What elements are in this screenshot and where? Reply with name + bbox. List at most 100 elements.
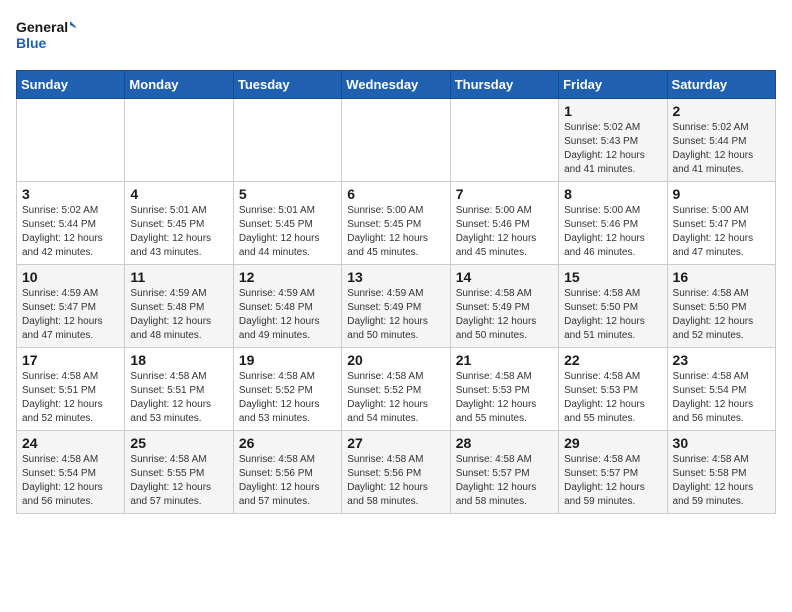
calendar-cell: 29Sunrise: 4:58 AM Sunset: 5:57 PM Dayli…: [559, 431, 667, 514]
day-number: 18: [130, 352, 227, 368]
day-info: Sunrise: 5:00 AM Sunset: 5:46 PM Dayligh…: [564, 204, 661, 260]
day-number: 3: [22, 186, 119, 202]
weekday-header: Tuesday: [233, 71, 341, 99]
calendar-cell: 25 Sunrise: 4:58 AM Sunset: 5:55 PM Dayli…: [125, 431, 233, 514]
page-header: General Blue: [16, 16, 776, 58]
day-info: Sunrise: 5:01 AM Sunset: 5:45 PM Dayligh…: [130, 204, 227, 260]
svg-text:General: General: [16, 19, 68, 35]
calendar-cell: 16 Sunrise: 4:58 AM Sunset: 5:50 PM Dayli…: [667, 265, 775, 348]
day-number: 24: [22, 435, 119, 451]
day-info: Sunrise: 4:58 AM Sunset: 5:58 PM Dayligh…: [673, 453, 770, 509]
calendar-cell: 1 Sunrise: 5:02 AM Sunset: 5:43 PM Daylig…: [559, 99, 667, 182]
day-number: 8: [564, 186, 661, 202]
day-number: 20: [347, 352, 444, 368]
day-info: Sunrise: 4:58 AM Sunset: 5:56 PM Dayligh…: [347, 453, 444, 509]
day-info: Sunrise: 5:02 AM Sunset: 5:44 PM Dayligh…: [673, 121, 770, 177]
day-number: 6: [347, 186, 444, 202]
calendar-cell: 14Sunrise: 4:58 AM Sunset: 5:49 PM Dayli…: [450, 265, 558, 348]
calendar-cell: 20Sunrise: 4:58 AM Sunset: 5:52 PM Dayli…: [342, 348, 450, 431]
day-number: 16: [673, 269, 770, 285]
day-info: Sunrise: 4:58 AM Sunset: 5:50 PM Dayligh…: [564, 287, 661, 343]
calendar-cell: 3 Sunrise: 5:02 AM Sunset: 5:44 PM Daylig…: [17, 182, 125, 265]
calendar-cell: 21Sunrise: 4:58 AM Sunset: 5:53 PM Dayli…: [450, 348, 558, 431]
calendar-cell: 12 Sunrise: 4:59 AM Sunset: 5:48 PM Dayli…: [233, 265, 341, 348]
calendar-cell: [450, 99, 558, 182]
day-info: Sunrise: 5:00 AM Sunset: 5:46 PM Dayligh…: [456, 204, 553, 260]
calendar-cell: [17, 99, 125, 182]
day-number: 4: [130, 186, 227, 202]
day-info: Sunrise: 4:58 AM Sunset: 5:57 PM Dayligh…: [456, 453, 553, 509]
day-number: 10: [22, 269, 119, 285]
day-info: Sunrise: 4:58 AM Sunset: 5:50 PM Dayligh…: [673, 287, 770, 343]
calendar-cell: 9 Sunrise: 5:00 AM Sunset: 5:47 PM Daylig…: [667, 182, 775, 265]
day-number: 21: [456, 352, 553, 368]
day-number: 28: [456, 435, 553, 451]
calendar-cell: 30Sunrise: 4:58 AM Sunset: 5:58 PM Dayli…: [667, 431, 775, 514]
day-info: Sunrise: 5:02 AM Sunset: 5:43 PM Dayligh…: [564, 121, 661, 177]
day-info: Sunrise: 4:58 AM Sunset: 5:49 PM Dayligh…: [456, 287, 553, 343]
day-number: 5: [239, 186, 336, 202]
logo-svg: General Blue: [16, 16, 76, 58]
day-number: 23: [673, 352, 770, 368]
day-info: Sunrise: 4:58 AM Sunset: 5:53 PM Dayligh…: [564, 370, 661, 426]
calendar-cell: 18 Sunrise: 4:58 AM Sunset: 5:51 PM Dayli…: [125, 348, 233, 431]
calendar-cell: 8 Sunrise: 5:00 AM Sunset: 5:46 PM Daylig…: [559, 182, 667, 265]
calendar-cell: 17 Sunrise: 4:58 AM Sunset: 5:51 PM Dayli…: [17, 348, 125, 431]
calendar-week-row: 3 Sunrise: 5:02 AM Sunset: 5:44 PM Daylig…: [17, 182, 776, 265]
calendar-cell: 10 Sunrise: 4:59 AM Sunset: 5:47 PM Dayli…: [17, 265, 125, 348]
day-number: 27: [347, 435, 444, 451]
day-info: Sunrise: 4:58 AM Sunset: 5:56 PM Dayligh…: [239, 453, 336, 509]
day-info: Sunrise: 4:58 AM Sunset: 5:54 PM Dayligh…: [673, 370, 770, 426]
calendar-cell: 22 Sunrise: 4:58 AM Sunset: 5:53 PM Dayli…: [559, 348, 667, 431]
day-info: Sunrise: 4:58 AM Sunset: 5:51 PM Dayligh…: [130, 370, 227, 426]
calendar-cell: 27 Sunrise: 4:58 AM Sunset: 5:56 PM Dayli…: [342, 431, 450, 514]
calendar-cell: 2 Sunrise: 5:02 AM Sunset: 5:44 PM Daylig…: [667, 99, 775, 182]
day-info: Sunrise: 4:58 AM Sunset: 5:52 PM Dayligh…: [239, 370, 336, 426]
day-info: Sunrise: 4:59 AM Sunset: 5:47 PM Dayligh…: [22, 287, 119, 343]
calendar-cell: 28 Sunrise: 4:58 AM Sunset: 5:57 PM Dayli…: [450, 431, 558, 514]
calendar-week-row: 24 Sunrise: 4:58 AM Sunset: 5:54 PM Dayli…: [17, 431, 776, 514]
day-number: 1: [564, 103, 661, 119]
calendar-table: SundayMondayTuesdayWednesdayThursdayFrid…: [16, 70, 776, 514]
day-info: Sunrise: 4:58 AM Sunset: 5:57 PM Dayligh…: [564, 453, 661, 509]
day-number: 26: [239, 435, 336, 451]
calendar-cell: 13Sunrise: 4:59 AM Sunset: 5:49 PM Dayli…: [342, 265, 450, 348]
day-info: Sunrise: 5:00 AM Sunset: 5:47 PM Dayligh…: [673, 204, 770, 260]
calendar-cell: 15 Sunrise: 4:58 AM Sunset: 5:50 PM Dayli…: [559, 265, 667, 348]
day-number: 7: [456, 186, 553, 202]
day-info: Sunrise: 4:58 AM Sunset: 5:51 PM Dayligh…: [22, 370, 119, 426]
day-info: Sunrise: 5:02 AM Sunset: 5:44 PM Dayligh…: [22, 204, 119, 260]
weekday-header: Saturday: [667, 71, 775, 99]
day-number: 25: [130, 435, 227, 451]
day-info: Sunrise: 5:00 AM Sunset: 5:45 PM Dayligh…: [347, 204, 444, 260]
weekday-header: Sunday: [17, 71, 125, 99]
day-info: Sunrise: 4:59 AM Sunset: 5:48 PM Dayligh…: [239, 287, 336, 343]
weekday-header: Friday: [559, 71, 667, 99]
calendar-cell: 5Sunrise: 5:01 AM Sunset: 5:45 PM Daylig…: [233, 182, 341, 265]
day-number: 9: [673, 186, 770, 202]
calendar-cell: 7 Sunrise: 5:00 AM Sunset: 5:46 PM Daylig…: [450, 182, 558, 265]
header-row: SundayMondayTuesdayWednesdayThursdayFrid…: [17, 71, 776, 99]
weekday-header: Thursday: [450, 71, 558, 99]
calendar-week-row: 10 Sunrise: 4:59 AM Sunset: 5:47 PM Dayli…: [17, 265, 776, 348]
weekday-header: Wednesday: [342, 71, 450, 99]
calendar-cell: 4 Sunrise: 5:01 AM Sunset: 5:45 PM Daylig…: [125, 182, 233, 265]
day-number: 12: [239, 269, 336, 285]
svg-text:Blue: Blue: [16, 35, 47, 51]
day-number: 15: [564, 269, 661, 285]
day-number: 2: [673, 103, 770, 119]
day-info: Sunrise: 4:59 AM Sunset: 5:48 PM Dayligh…: [130, 287, 227, 343]
day-number: 17: [22, 352, 119, 368]
calendar-cell: [125, 99, 233, 182]
calendar-cell: 19 Sunrise: 4:58 AM Sunset: 5:52 PM Dayli…: [233, 348, 341, 431]
day-info: Sunrise: 4:58 AM Sunset: 5:54 PM Dayligh…: [22, 453, 119, 509]
calendar-cell: 24 Sunrise: 4:58 AM Sunset: 5:54 PM Dayli…: [17, 431, 125, 514]
logo: General Blue: [16, 16, 76, 58]
calendar-cell: 23 Sunrise: 4:58 AM Sunset: 5:54 PM Dayli…: [667, 348, 775, 431]
day-number: 22: [564, 352, 661, 368]
day-info: Sunrise: 4:58 AM Sunset: 5:55 PM Dayligh…: [130, 453, 227, 509]
weekday-header: Monday: [125, 71, 233, 99]
calendar-week-row: 17 Sunrise: 4:58 AM Sunset: 5:51 PM Dayli…: [17, 348, 776, 431]
calendar-cell: 26 Sunrise: 4:58 AM Sunset: 5:56 PM Dayli…: [233, 431, 341, 514]
day-number: 19: [239, 352, 336, 368]
